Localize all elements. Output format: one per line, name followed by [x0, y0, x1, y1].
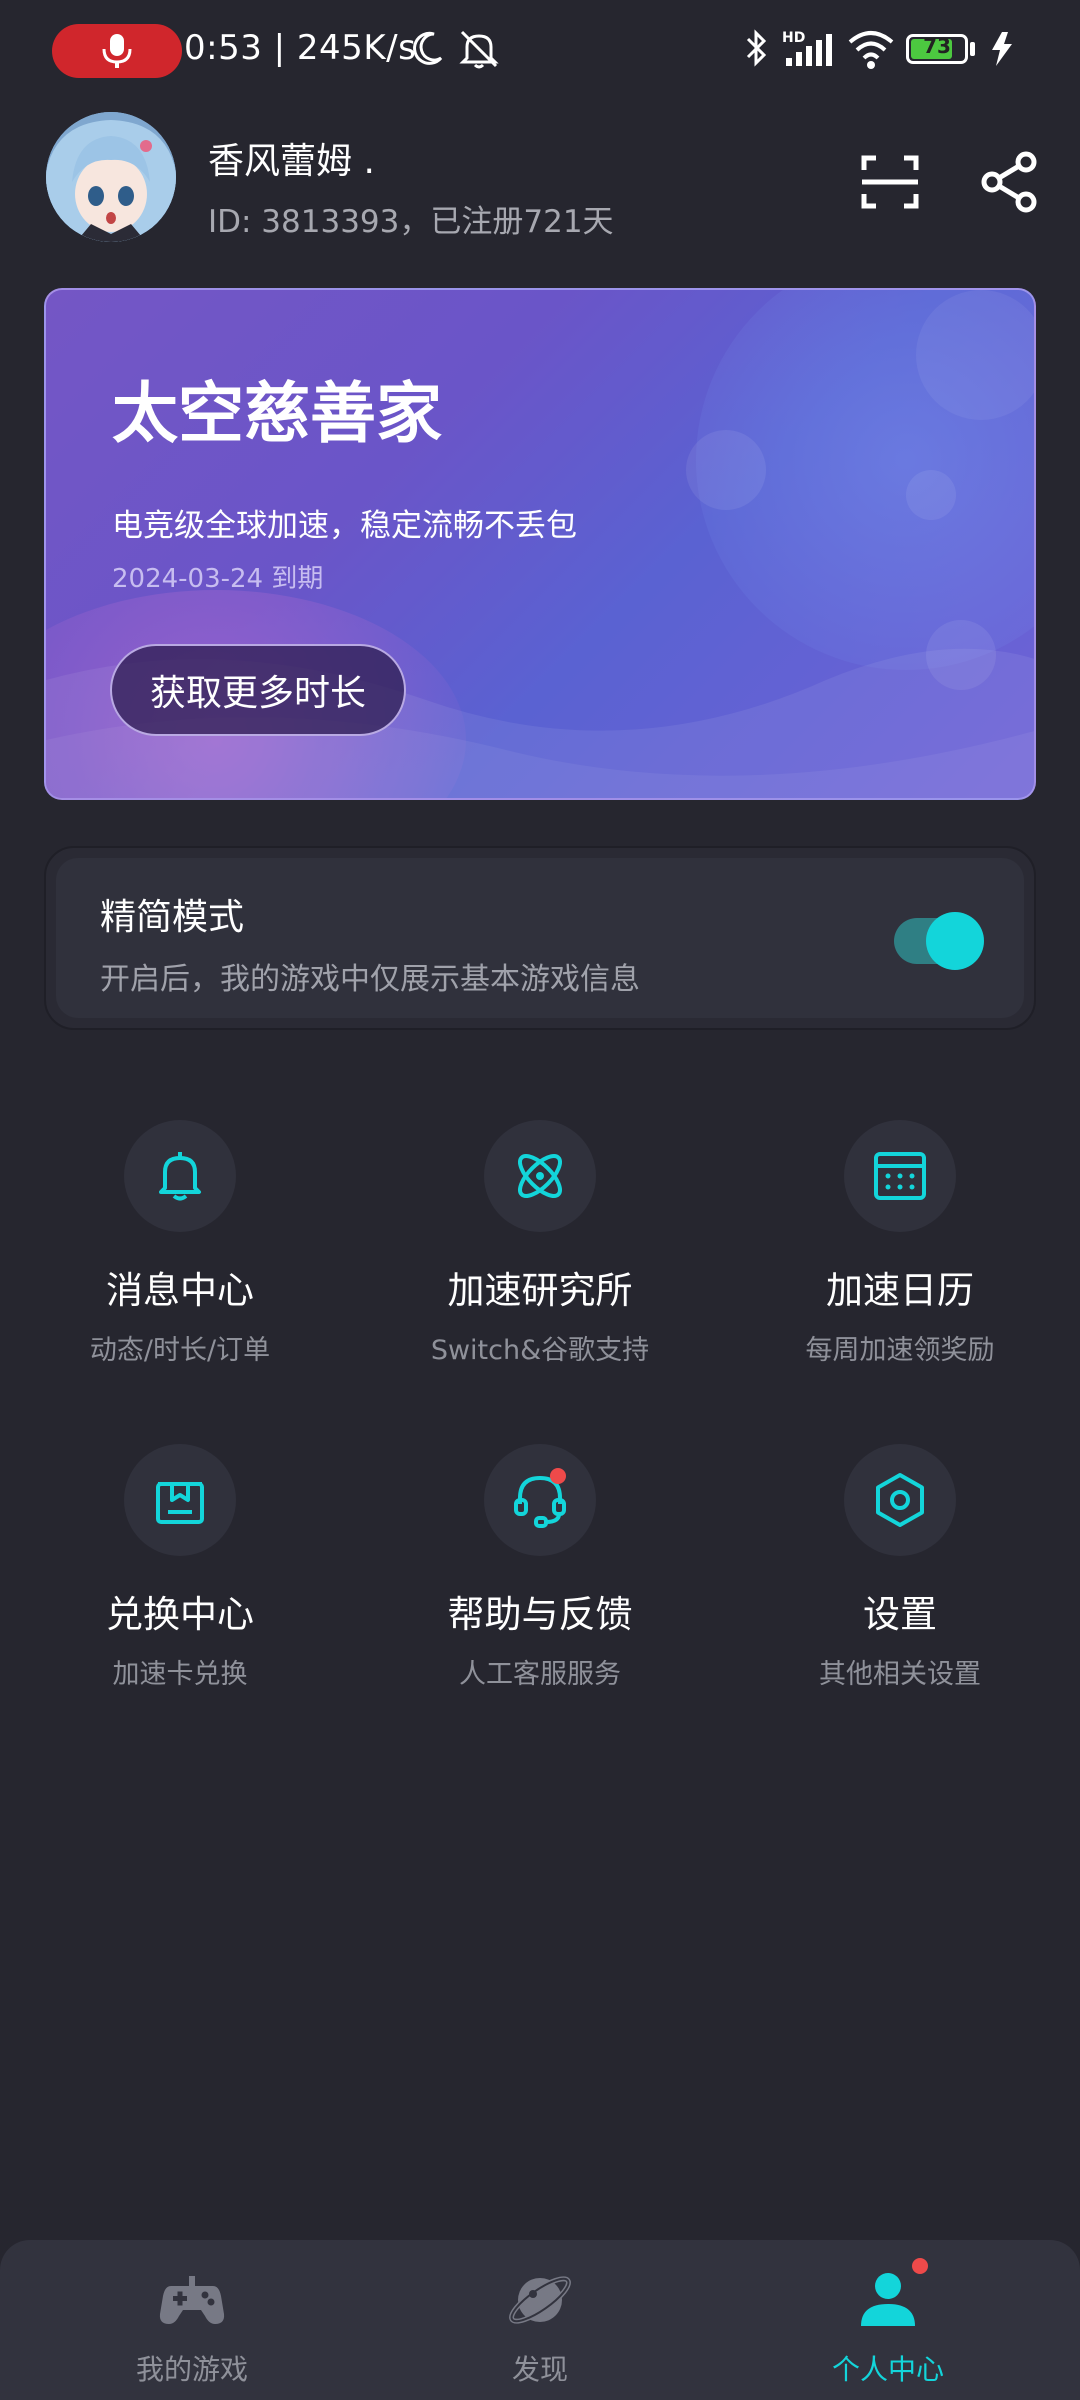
menu-label: 消息中心	[106, 1269, 254, 1312]
person-icon	[861, 2273, 915, 2326]
nav-tab-discover[interactable]: 发现	[360, 2240, 720, 2400]
share-icon	[981, 151, 1037, 213]
menu-icon-circle	[484, 1120, 596, 1232]
membership-title: 太空慈善家	[112, 375, 442, 452]
simple-mode-description: 开启后，我的游戏中仅展示基本游戏信息	[100, 962, 640, 997]
nav-label: 发现	[511, 2353, 568, 2386]
battery-indicator: 73	[906, 34, 968, 64]
time-and-network-speed: 0:53 | 245K/s	[184, 28, 417, 68]
card-bubble	[916, 290, 1034, 420]
menu-sublabel: 加速卡兑换	[112, 1659, 248, 1690]
menu-label: 设置	[863, 1593, 937, 1636]
planet-icon	[509, 2276, 571, 2324]
battery-tip	[970, 42, 975, 56]
menu-settings[interactable]: 设置 其他相关设置	[720, 1444, 1080, 1691]
menu-label: 兑换中心	[106, 1593, 254, 1636]
menu-sublabel: 动态/时长/订单	[89, 1335, 271, 1366]
gift-box-icon	[156, 1482, 204, 1524]
menu-sublabel: Switch&谷歌支持	[430, 1335, 650, 1366]
menu-acceleration-calendar[interactable]: 加速日历 每周加速领奖励	[720, 1120, 1080, 1367]
username: 香风蕾姆 .	[208, 141, 375, 182]
card-bubble	[686, 430, 766, 510]
gamepad-icon	[159, 2276, 225, 2324]
get-more-time-button[interactable]: 获取更多时长	[110, 644, 406, 736]
menu-icon-circle	[844, 1444, 956, 1556]
status-bar: 0:53 | 245K/s HD 73	[0, 0, 1080, 100]
wifi-icon	[848, 31, 894, 69]
menu-acceleration-lab[interactable]: 加速研究所 Switch&谷歌支持	[360, 1120, 720, 1367]
nav-tab-my-games[interactable]: 我的游戏	[12, 2240, 372, 2400]
settings-hexagon-icon	[876, 1473, 924, 1527]
menu-redeem-center[interactable]: 兑换中心 加速卡兑换	[0, 1444, 360, 1691]
nav-tab-profile[interactable]: 个人中心	[708, 2240, 1068, 2400]
menu-sublabel: 人工客服服务	[459, 1659, 621, 1690]
menu-icon-circle	[844, 1120, 956, 1232]
user-id-and-registration: ID: 3813393，已注册721天	[208, 204, 614, 240]
menu-label: 加速日历	[826, 1269, 974, 1312]
muted-bell-icon	[459, 30, 499, 69]
membership-card[interactable]: 太空慈善家 电竞级全球加速，稳定流畅不丢包 2024-03-24 到期 获取更多…	[44, 288, 1036, 800]
menu-label: 帮助与反馈	[447, 1593, 633, 1636]
membership-expiry: 2024-03-24 到期	[112, 564, 324, 594]
menu-icon-circle	[124, 1444, 236, 1556]
calendar-icon	[874, 1152, 926, 1200]
bell-icon	[159, 1152, 201, 1201]
membership-description: 电竞级全球加速，稳定流畅不丢包	[112, 508, 577, 544]
simple-mode-title: 精简模式	[100, 897, 245, 938]
charging-bolt-icon	[992, 32, 1012, 66]
menu-icon-circle	[484, 1444, 596, 1556]
toggle-knob	[926, 912, 984, 970]
bluetooth-icon	[746, 29, 767, 67]
card-bubble	[906, 470, 956, 520]
scan-icon	[861, 155, 919, 209]
cellular-signal-icon	[786, 34, 832, 66]
recording-indicator[interactable]	[52, 24, 182, 78]
notification-dot	[550, 1468, 566, 1484]
menu-sublabel: 每周加速领奖励	[805, 1335, 995, 1366]
battery-percentage: 73	[923, 34, 951, 58]
menu-help-feedback[interactable]: 帮助与反馈 人工客服服务	[360, 1444, 720, 1691]
scan-button[interactable]	[858, 150, 922, 214]
do-not-disturb-moon-icon	[413, 31, 443, 65]
notification-dot	[912, 2258, 928, 2274]
menu-label: 加速研究所	[447, 1269, 633, 1312]
simple-mode-card: 精简模式 开启后，我的游戏中仅展示基本游戏信息	[44, 846, 1036, 1030]
avatar-image	[46, 112, 176, 242]
atom-icon	[518, 1154, 562, 1198]
simple-mode-panel: 精简模式 开启后，我的游戏中仅展示基本游戏信息	[56, 858, 1024, 1018]
nav-label: 我的游戏	[135, 2353, 248, 2386]
nav-label: 个人中心	[831, 2353, 944, 2386]
microphone-icon	[102, 34, 132, 68]
simple-mode-toggle[interactable]	[894, 912, 984, 970]
avatar[interactable]	[46, 112, 176, 242]
bottom-navigation: 我的游戏 发现 个人中心	[0, 2240, 1080, 2400]
menu-icon-circle	[124, 1120, 236, 1232]
share-button[interactable]	[978, 150, 1042, 214]
menu-sublabel: 其他相关设置	[819, 1659, 981, 1690]
menu-message-center[interactable]: 消息中心 动态/时长/订单	[0, 1120, 360, 1367]
